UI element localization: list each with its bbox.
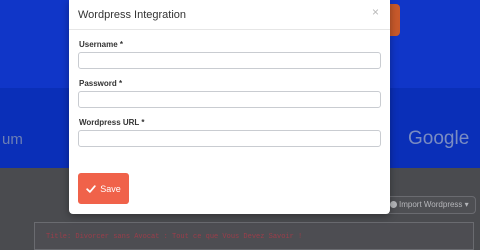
username-input[interactable] (78, 52, 381, 69)
google-logo: Google (408, 128, 470, 149)
check-icon (86, 184, 96, 193)
article-title-text: Title: Divorcer sans Avocat : Tout ce qu… (46, 233, 303, 241)
modal-header: Wordpress Integration × (69, 0, 390, 30)
password-label: Password * (79, 79, 123, 88)
wordpress-url-label: Wordpress URL * (79, 118, 145, 127)
wordpress-url-input[interactable] (78, 130, 381, 147)
password-input[interactable] (78, 91, 381, 108)
username-label: Username * (79, 40, 124, 49)
wordpress-integration-modal: Wordpress Integration × Username * Passw… (69, 0, 390, 214)
save-button[interactable]: Save (78, 173, 129, 204)
wordpress-icon (390, 201, 397, 208)
save-button-label: Save (100, 183, 121, 194)
caret-down-icon: ▾ (464, 200, 469, 209)
import-wordpress-button: Import Wordpress ▾ (384, 196, 476, 214)
close-icon[interactable]: × (372, 6, 379, 18)
modal-title: Wordpress Integration (78, 9, 187, 21)
import-wordpress-label: Import Wordpress (399, 200, 463, 209)
partner-logo-partial: um (2, 131, 23, 148)
